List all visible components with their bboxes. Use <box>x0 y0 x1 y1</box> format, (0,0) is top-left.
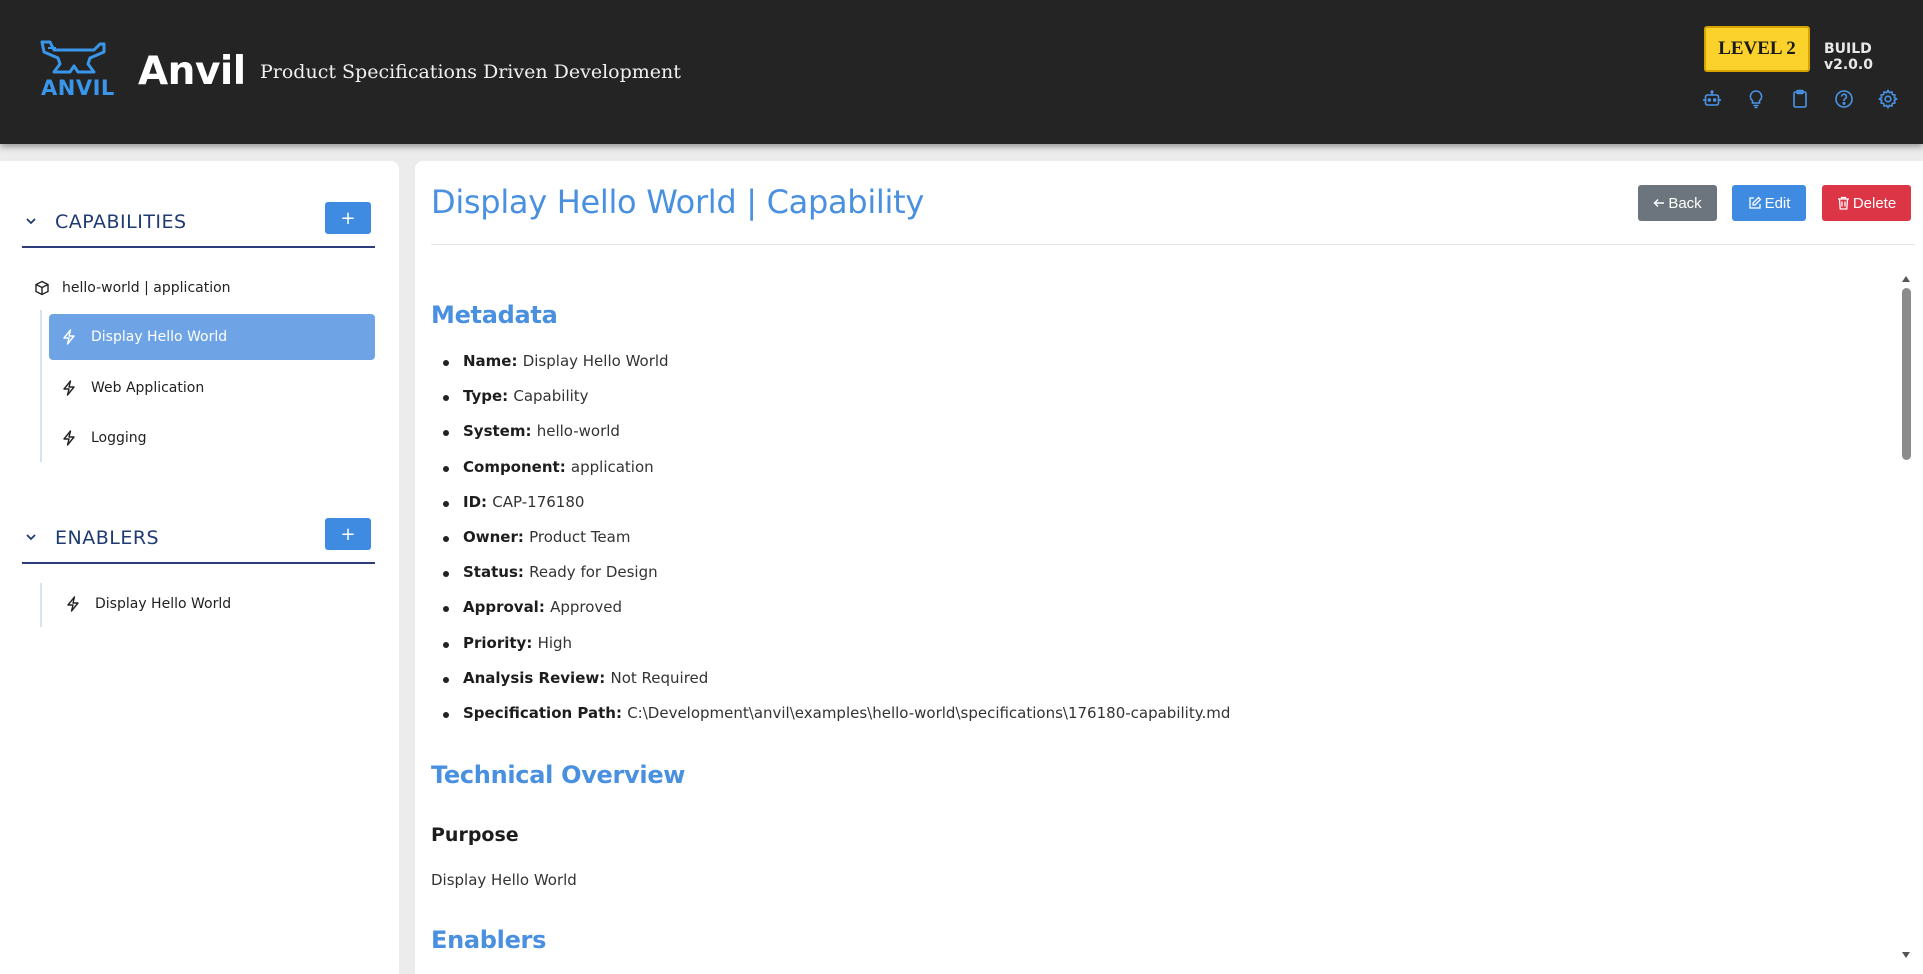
app-header: ANVIL Anvil Product Specifications Drive… <box>0 0 1923 144</box>
add-enabler-button[interactable]: + <box>325 518 371 550</box>
capability-item-label: Display Hello World <box>91 329 228 345</box>
metadata-item: Approval: Approved <box>431 598 1230 633</box>
enablers-title: ENABLERS <box>55 527 160 549</box>
scroll-down-arrow-icon[interactable] <box>1902 952 1910 958</box>
cube-icon <box>35 280 49 296</box>
page-title: Display Hello World | Capability <box>431 183 924 221</box>
back-button[interactable]: Back <box>1638 185 1717 221</box>
lightbulb-icon[interactable] <box>1745 88 1767 110</box>
tree-guide-line <box>40 310 42 462</box>
title-divider <box>431 244 1915 245</box>
help-icon[interactable] <box>1833 88 1855 110</box>
enablers-heading: Enablers <box>431 926 547 954</box>
chevron-down-icon[interactable] <box>24 530 38 544</box>
metadata-item: Type: Capability <box>431 387 1230 422</box>
purpose-text: Display Hello World <box>431 871 577 889</box>
app-name: Anvil <box>138 49 246 94</box>
build-version: BUILD v2.0.0 <box>1824 41 1873 73</box>
tree-guide-line <box>40 583 42 627</box>
enablers-section-header[interactable]: ENABLERS + <box>22 518 375 564</box>
capabilities-section-header[interactable]: CAPABILITIES + <box>22 202 375 248</box>
metadata-item: Specification Path: C:\Development\anvil… <box>431 704 1230 739</box>
robot-icon[interactable] <box>1701 88 1723 110</box>
delete-button-label: Delete <box>1852 194 1897 212</box>
metadata-item: Status: Ready for Design <box>431 563 1230 598</box>
metadata-item: Owner: Product Team <box>431 528 1230 563</box>
edit-button-label: Edit <box>1764 194 1791 212</box>
metadata-item: Priority: High <box>431 634 1230 669</box>
metadata-item: Component: application <box>431 458 1230 493</box>
purpose-heading: Purpose <box>431 824 519 846</box>
metadata-item: Name: Display Hello World <box>431 352 1230 387</box>
lightning-icon <box>63 430 75 446</box>
clipboard-icon[interactable] <box>1789 88 1811 110</box>
app-tagline: Product Specifications Driven Developmen… <box>260 61 681 83</box>
scroll-thumb[interactable] <box>1902 288 1911 460</box>
enabler-item-label: Display Hello World <box>95 596 232 612</box>
lightning-icon <box>67 596 79 612</box>
content-scrollbar[interactable] <box>1898 271 1915 963</box>
scroll-up-arrow-icon[interactable] <box>1902 276 1910 282</box>
capability-item-web-application[interactable]: Web Application <box>49 365 375 411</box>
enabler-item-display-hello-world[interactable]: Display Hello World <box>53 581 375 627</box>
metadata-item: Analysis Review: Not Required <box>431 669 1230 704</box>
arrow-left-icon <box>1653 199 1665 207</box>
back-button-label: Back <box>1668 194 1702 212</box>
gear-icon[interactable] <box>1877 88 1899 110</box>
trash-icon <box>1837 196 1849 210</box>
logo-text: ANVIL <box>41 76 115 100</box>
tree-root-label: hello-world | application <box>62 280 231 296</box>
metadata-item: ID: CAP-176180 <box>431 493 1230 528</box>
level-badge: LEVEL 2 <box>1704 26 1810 72</box>
metadata-item: System: hello-world <box>431 422 1230 457</box>
tree-root-item[interactable]: hello-world | application <box>34 277 231 299</box>
metadata-list: Name: Display Hello World Type: Capabili… <box>431 352 1230 739</box>
capability-item-label: Web Application <box>91 380 205 396</box>
lightning-icon <box>63 329 75 345</box>
document-content: Metadata Name: Display Hello World Type:… <box>431 260 1896 974</box>
edit-icon <box>1748 196 1761 209</box>
capability-item-label: Logging <box>91 430 147 446</box>
capability-item-logging[interactable]: Logging <box>49 415 375 461</box>
technical-overview-heading: Technical Overview <box>431 761 686 789</box>
add-capability-button[interactable]: + <box>325 202 371 234</box>
delete-button[interactable]: Delete <box>1822 185 1911 221</box>
lightning-icon <box>63 380 75 396</box>
chevron-down-icon[interactable] <box>24 214 38 228</box>
metadata-heading: Metadata <box>431 301 558 329</box>
capabilities-title: CAPABILITIES <box>55 211 187 233</box>
edit-button[interactable]: Edit <box>1732 185 1806 221</box>
capability-item-display-hello-world[interactable]: Display Hello World <box>49 314 375 360</box>
